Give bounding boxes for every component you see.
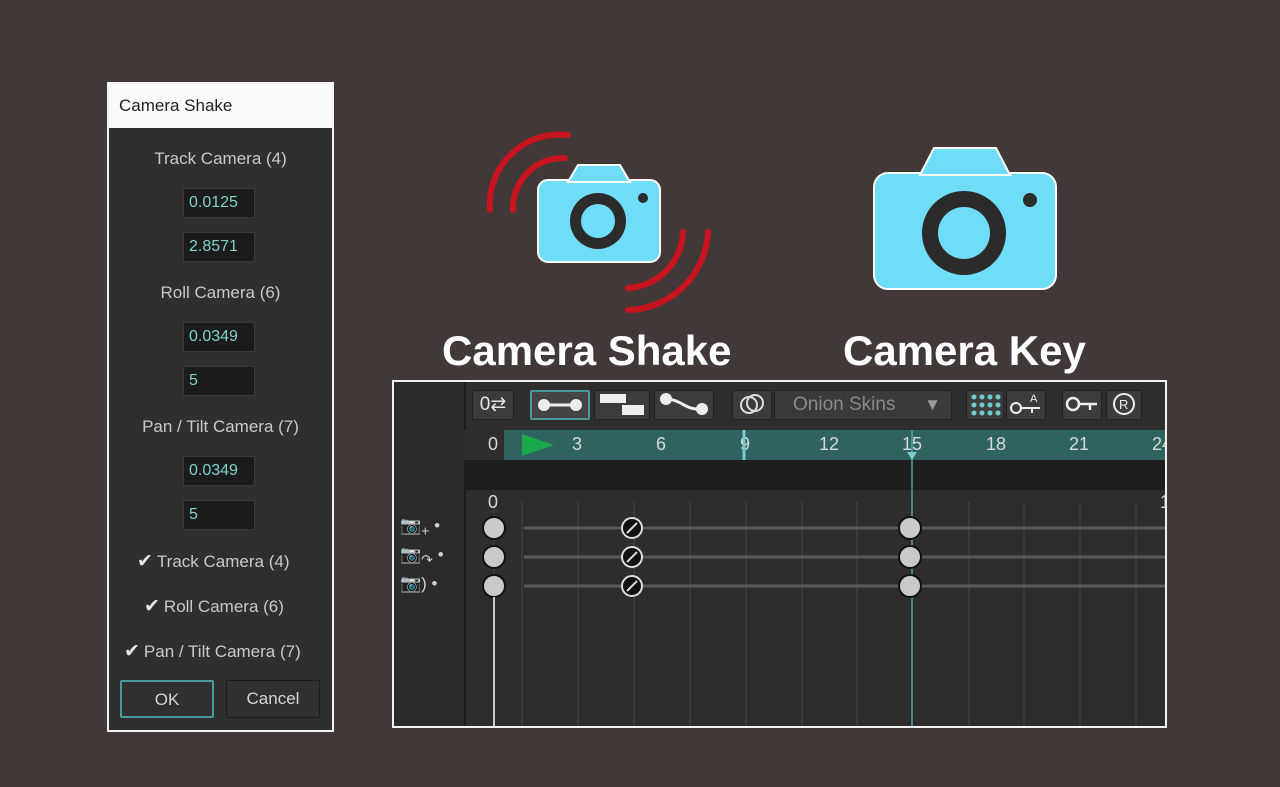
ok-button[interactable]: OK	[120, 680, 214, 718]
camera-key-icon	[873, 147, 1057, 290]
track-camera-checkbox[interactable]: ✔ Track Camera (4)	[137, 550, 289, 573]
keyframe-marker	[482, 545, 506, 569]
pan-tilt-camera-checkbox[interactable]: ✔ Pan / Tilt Camera (7)	[124, 640, 301, 663]
roll-camera-label: Roll Camera (6)	[160, 283, 281, 302]
roll-camera-checkbox-label: Roll Camera (6)	[163, 597, 284, 616]
keyframe-marker	[482, 574, 506, 598]
keyframe-marker	[898, 516, 922, 540]
camera-body-icon	[537, 164, 661, 263]
camera-shake-heading: Camera Shake	[442, 327, 732, 374]
roll-camera-checkbox[interactable]: ✔ Roll Camera (6)	[144, 595, 284, 618]
checkmark-icon: ✔	[144, 596, 160, 617]
timeline-panel: 0⇄ Onion Skins ▼ A R 0 3 6 12 15 18 21 2…	[392, 380, 1167, 728]
track-camera-checkbox-label: Track Camera (4)	[156, 552, 290, 571]
keyframe-row-3	[482, 574, 922, 598]
pan-tilt-camera-checkbox-label: Pan / Tilt Camera (7)	[143, 642, 301, 661]
camera-shake-dialog: Camera Shake Track Camera (4) 0.0125 2.8…	[107, 82, 334, 732]
keyframe-row-2	[482, 545, 922, 569]
track-camera-value-1[interactable]: 0.0125	[183, 188, 255, 218]
roll-camera-value-2[interactable]: 5	[183, 366, 255, 396]
keyframes	[482, 516, 922, 726]
keyframe-marker	[898, 574, 922, 598]
checkmark-icon: ✔	[137, 551, 153, 572]
keyframe-marker	[482, 516, 506, 540]
pan-tilt-camera-value-2[interactable]: 5	[183, 500, 255, 530]
track-camera-label: Track Camera (4)	[154, 149, 287, 168]
cancel-button[interactable]: Cancel	[226, 680, 320, 718]
camera-shake-icon	[486, 131, 711, 313]
roll-camera-value-1[interactable]: 0.0349	[183, 322, 255, 352]
checkmark-icon: ✔	[124, 641, 140, 662]
pan-tilt-camera-value-1[interactable]: 0.0349	[183, 456, 255, 486]
dialog-title: Camera Shake	[109, 84, 332, 128]
track-camera-value-2[interactable]: 2.8571	[183, 232, 255, 262]
keyframe-row-1	[482, 516, 922, 540]
keyframe-marker	[898, 545, 922, 569]
pan-tilt-camera-label: Pan / Tilt Camera (7)	[142, 417, 299, 436]
camera-key-heading: Camera Key	[843, 327, 1086, 374]
